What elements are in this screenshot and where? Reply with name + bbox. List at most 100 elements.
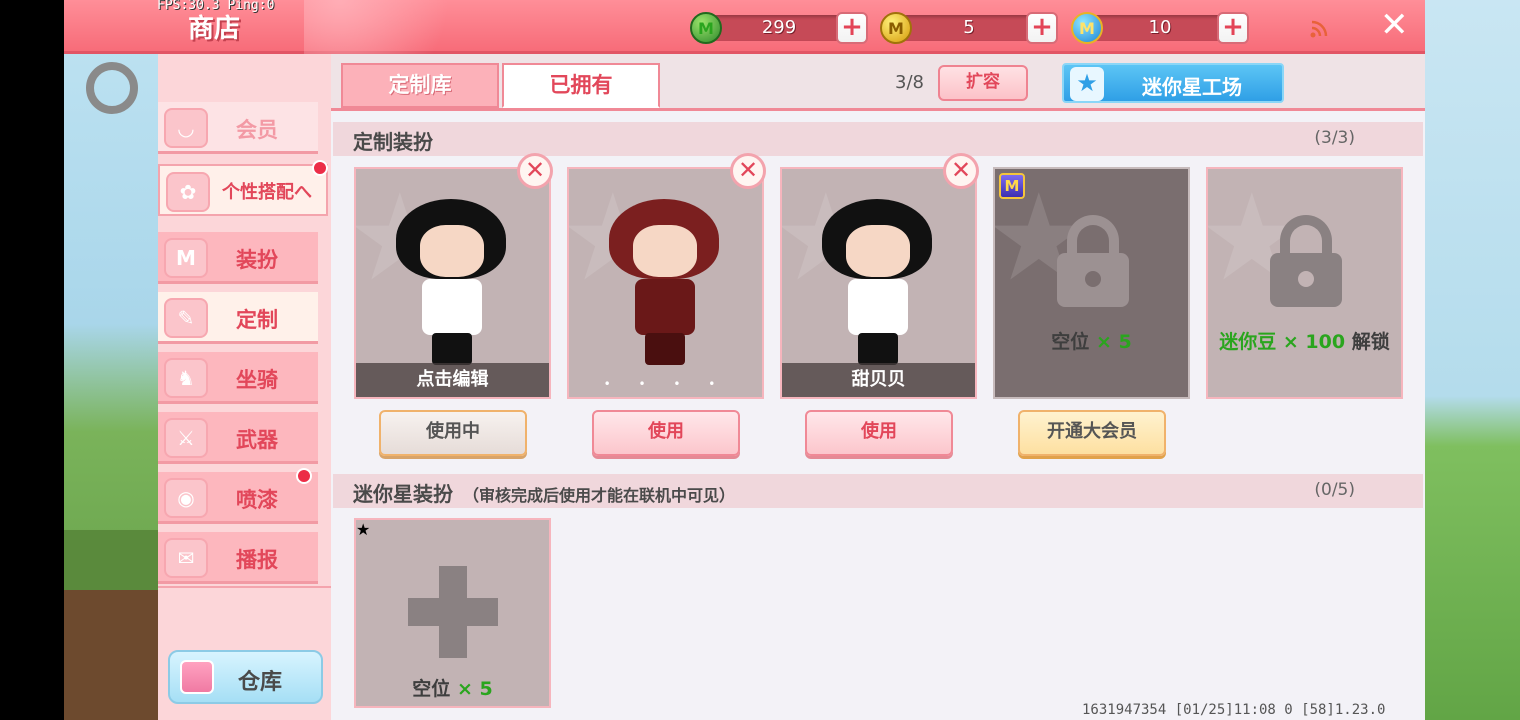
character-preview bbox=[822, 199, 940, 369]
sidebar-item-mount[interactable]: ♞ 坐骑 bbox=[158, 352, 318, 404]
sidebar-item-spray[interactable]: ◉ 喷漆 bbox=[158, 468, 318, 524]
spray-icon: ◉ bbox=[164, 478, 208, 518]
star-icon: ★ bbox=[1070, 67, 1104, 101]
sidebar: ◡ 会员 ✿ 个性搭配へ M 装扮 ✎ 定制 ♞ 坐骑 ⚔ 武器 ◉ 喷漆 ✉ … bbox=[158, 54, 331, 720]
open-vip-button[interactable]: 开通大会员 bbox=[1018, 410, 1166, 456]
character-preview bbox=[396, 199, 514, 369]
character-body bbox=[635, 279, 695, 335]
add-outfit-card[interactable]: ★ 空位 × 5 bbox=[354, 518, 551, 708]
close-icon[interactable]: ✕ bbox=[1380, 8, 1409, 42]
mini-star-workshop-button[interactable]: ★ 迷你星工场 bbox=[1062, 63, 1284, 103]
notification-dot bbox=[296, 468, 312, 484]
use-button[interactable]: 使用 bbox=[805, 410, 953, 456]
star-watermark: ★ bbox=[356, 520, 371, 539]
sidebar-item-label: 坐骑 bbox=[236, 368, 278, 392]
sidebar-item-custom[interactable]: ✎ 定制 bbox=[158, 292, 318, 344]
tab-owned[interactable]: 已拥有 bbox=[502, 63, 660, 108]
outfit-card[interactable]: ★ 甜贝贝 bbox=[780, 167, 977, 399]
card-caption: 甜贝贝 bbox=[782, 363, 975, 397]
sidebar-item-label: 装扮 bbox=[236, 248, 278, 272]
character-legs bbox=[858, 333, 898, 365]
slot-info: 空位 × 5 bbox=[995, 327, 1188, 354]
unlock-currency: 迷你豆 bbox=[1219, 331, 1277, 353]
outfit-icon: ✿ bbox=[166, 172, 210, 212]
currency-mini: 10 M + bbox=[1071, 12, 1251, 44]
sidebar-item-costume[interactable]: M 装扮 bbox=[158, 232, 318, 284]
delete-outfit-icon[interactable]: ✕ bbox=[517, 153, 553, 189]
sidebar-item-label: 喷漆 bbox=[236, 488, 278, 512]
weapon-icon: ⚔ bbox=[164, 418, 208, 458]
currency-value: 5 bbox=[963, 17, 975, 38]
character-legs bbox=[645, 333, 685, 365]
lock-icon bbox=[1270, 215, 1342, 307]
section-title: 定制装扮 bbox=[353, 130, 433, 154]
delete-outfit-icon[interactable]: ✕ bbox=[943, 153, 979, 189]
page-title: 商店 bbox=[188, 14, 241, 44]
add-green-gem-button[interactable]: + bbox=[836, 12, 868, 44]
outfit-card[interactable]: ★ 点击编辑 bbox=[354, 167, 551, 399]
character-body bbox=[422, 279, 482, 335]
sidebar-item-vip[interactable]: ◡ 会员 bbox=[158, 102, 318, 154]
character-face bbox=[846, 225, 910, 277]
sidebar-item-label: 个性搭配へ bbox=[222, 182, 312, 203]
section-note: （审核完成后使用才能在联机中可见） bbox=[463, 486, 736, 505]
section-title-text: 迷你星装扮 bbox=[353, 482, 453, 506]
plus-icon-bar bbox=[408, 598, 498, 626]
section-count: (3/3) bbox=[1314, 128, 1355, 148]
locked-slot-card[interactable]: ★ 迷你豆 × 100 解锁 bbox=[1206, 167, 1403, 399]
sidebar-item-outfit[interactable]: ✿ 个性搭配へ bbox=[158, 160, 328, 216]
use-button[interactable]: 使用 bbox=[592, 410, 740, 456]
outfit-card[interactable]: ★ • • • • bbox=[567, 167, 764, 399]
section-header-mini-star: 迷你星装扮 （审核完成后使用才能在联机中可见） (0/5) bbox=[333, 474, 1423, 508]
card-caption: • • • • bbox=[603, 377, 728, 391]
workshop-label: 迷你星工场 bbox=[1142, 75, 1242, 99]
tab-custom-library[interactable]: 定制库 bbox=[341, 63, 499, 108]
gold-coin-icon: M bbox=[880, 12, 912, 44]
vip-badge-icon: M bbox=[999, 173, 1025, 199]
shirt-icon: M bbox=[164, 238, 208, 278]
section-count: (0/5) bbox=[1314, 480, 1355, 500]
slot-label: 空位 bbox=[412, 678, 451, 700]
vip-icon: ◡ bbox=[164, 108, 208, 148]
signal-icon bbox=[1310, 20, 1328, 38]
sidebar-item-label: 播报 bbox=[236, 548, 278, 572]
warehouse-button[interactable]: 仓库 bbox=[168, 650, 323, 704]
lock-icon bbox=[1057, 215, 1129, 307]
slot-quantity: × 5 bbox=[1095, 331, 1132, 353]
sidebar-item-weapon[interactable]: ⚔ 武器 bbox=[158, 412, 318, 464]
character-face bbox=[633, 225, 697, 277]
add-mini-coin-button[interactable]: + bbox=[1217, 12, 1249, 44]
currency-green: 299 M + bbox=[690, 12, 870, 44]
character-legs bbox=[432, 333, 472, 365]
unlock-price: × 100 bbox=[1282, 331, 1346, 353]
expand-capacity-button[interactable]: 扩容 bbox=[938, 65, 1028, 101]
background-scenery-right bbox=[1425, 0, 1520, 720]
section-title: 迷你星装扮 （审核完成后使用才能在联机中可见） bbox=[353, 478, 735, 507]
sidebar-item-label: 会员 bbox=[236, 118, 278, 142]
sidebar-item-label: 武器 bbox=[236, 428, 278, 452]
slot-label: 空位 bbox=[1051, 331, 1090, 353]
section-header-custom: 定制装扮 (3/3) bbox=[333, 122, 1423, 156]
warehouse-icon bbox=[180, 660, 214, 694]
locked-slot-card[interactable]: ★ M 空位 × 5 bbox=[993, 167, 1190, 399]
unlock-label: 解锁 bbox=[1351, 331, 1390, 353]
build-info: 1631947354 [01/25]11:08 0 [58]1.23.0 bbox=[1082, 702, 1386, 718]
unlock-info: 迷你豆 × 100 解锁 bbox=[1208, 327, 1401, 354]
character-preview bbox=[609, 199, 727, 369]
sidebar-item-label: 定制 bbox=[236, 308, 278, 332]
panel-divider bbox=[331, 108, 1425, 111]
joystick-ring-icon[interactable] bbox=[86, 62, 138, 114]
dirt-block bbox=[64, 590, 160, 720]
character-face bbox=[420, 225, 484, 277]
delete-outfit-icon[interactable]: ✕ bbox=[730, 153, 766, 189]
main-panel: 定制库 已拥有 3/8 扩容 ★ 迷你星工场 定制装扮 (3/3) ★ 点击编辑… bbox=[331, 54, 1425, 720]
currency-value: 299 bbox=[761, 17, 797, 38]
in-use-button[interactable]: 使用中 bbox=[379, 410, 527, 456]
slot-info: 空位 × 5 bbox=[356, 674, 549, 701]
top-bar-decoration bbox=[304, 0, 484, 54]
add-gold-coin-button[interactable]: + bbox=[1026, 12, 1058, 44]
currency-value: 10 bbox=[1148, 17, 1172, 38]
notification-dot bbox=[312, 160, 328, 176]
sidebar-item-broadcast[interactable]: ✉ 播报 bbox=[158, 532, 318, 584]
character-body bbox=[848, 279, 908, 335]
